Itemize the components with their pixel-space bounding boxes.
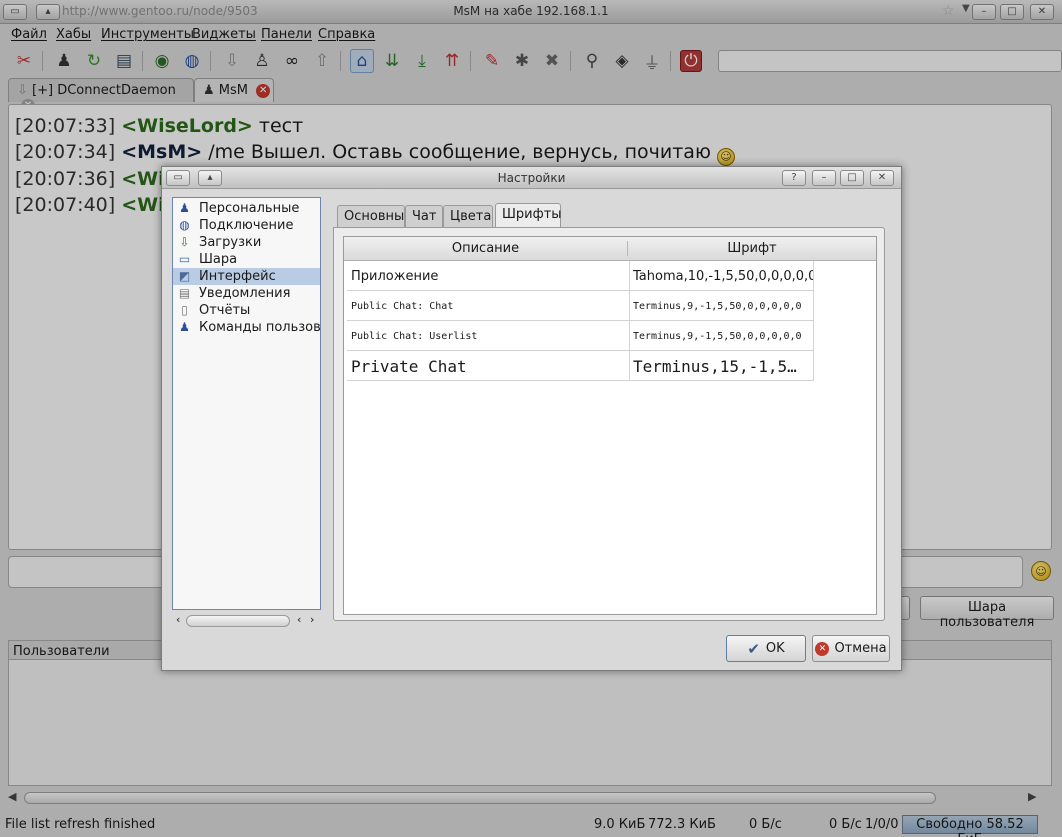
- dialog-help-button[interactable]: ?: [782, 170, 806, 186]
- cancel-icon: ✕: [815, 641, 830, 656]
- category-list-scrollbar[interactable]: ‹ ‹ ›: [172, 613, 321, 629]
- scrollbar-thumb[interactable]: [186, 615, 290, 627]
- tab-colors[interactable]: Цвета: [443, 205, 493, 227]
- settings-tabs: Основные Чат Цвета Шрифты: [337, 203, 877, 228]
- ok-button[interactable]: ✔ OK: [726, 635, 806, 662]
- notification-icon: ▤: [178, 286, 191, 300]
- tab-general[interactable]: Основные: [337, 205, 412, 227]
- category-notifications[interactable]: ▤ Уведомления: [173, 285, 320, 302]
- globe-icon: ◍: [179, 218, 190, 232]
- tab-chat[interactable]: Чат: [405, 205, 443, 227]
- log-icon: ▯: [181, 303, 188, 317]
- dialog-title: Настройки: [497, 171, 566, 185]
- table-row[interactable]: Private Chat Terminus,15,-1,5…: [347, 351, 814, 381]
- scroll-left-icon[interactable]: ‹: [176, 613, 180, 626]
- download-icon: ⇩: [179, 235, 190, 249]
- fonts-table-header: Описание Шрифт: [344, 237, 876, 261]
- fonts-table[interactable]: Описание Шрифт Приложение Tahoma,10,-1,5…: [343, 236, 877, 615]
- category-downloads[interactable]: ⇩ Загрузки: [173, 234, 320, 251]
- scroll-left-icon[interactable]: ‹: [297, 613, 301, 626]
- category-personal[interactable]: ♟ Персональные: [173, 200, 320, 217]
- column-header-font[interactable]: Шрифт: [627, 241, 876, 256]
- dialog-minimize-button[interactable]: –: [812, 170, 836, 186]
- table-row[interactable]: Приложение Tahoma,10,-1,5,50,0,0,0,0,0: [347, 261, 814, 291]
- fonts-pane: Описание Шрифт Приложение Tahoma,10,-1,5…: [333, 227, 885, 621]
- dialog-close-button[interactable]: ✕: [870, 170, 894, 186]
- category-interface[interactable]: ◩ Интерфейс: [173, 268, 320, 285]
- dialog-title-bar: ▭ ▴ Настройки ? – □ ✕: [162, 167, 901, 189]
- category-logs[interactable]: ▯ Отчёты: [173, 302, 320, 319]
- table-row[interactable]: Public Chat: Userlist Terminus,9,-1,5,50…: [347, 321, 814, 351]
- dialog-shade-button[interactable]: ▴: [198, 170, 222, 186]
- user-icon: ♟: [179, 201, 190, 215]
- column-header-description[interactable]: Описание: [344, 241, 627, 256]
- settings-category-list: ♟ Персональные ◍ Подключение ⇩ Загрузки ▭ Ша…: [172, 197, 321, 610]
- category-share[interactable]: ▭ Шара: [173, 251, 320, 268]
- folder-icon: ▭: [178, 252, 191, 266]
- user-command-icon: ♟: [179, 320, 190, 334]
- settings-dialog: ▭ ▴ Настройки ? – □ ✕ ♟ Персональные ◍ Под…: [161, 166, 902, 671]
- dialog-maximize-button[interactable]: □: [840, 170, 864, 186]
- table-row[interactable]: Public Chat: Chat Terminus,9,-1,5,50,0,0…: [347, 291, 814, 321]
- cancel-button[interactable]: ✕ Отмена: [812, 635, 890, 662]
- check-icon: ✔: [747, 639, 760, 658]
- scroll-right-icon[interactable]: ›: [310, 613, 314, 626]
- tab-fonts[interactable]: Шрифты: [495, 203, 562, 228]
- dialog-menu-button[interactable]: ▭: [166, 170, 190, 186]
- interface-icon: ◩: [178, 269, 191, 283]
- category-user-commands[interactable]: ♟Команды пользователя: [173, 319, 320, 336]
- category-connection[interactable]: ◍ Подключение: [173, 217, 320, 234]
